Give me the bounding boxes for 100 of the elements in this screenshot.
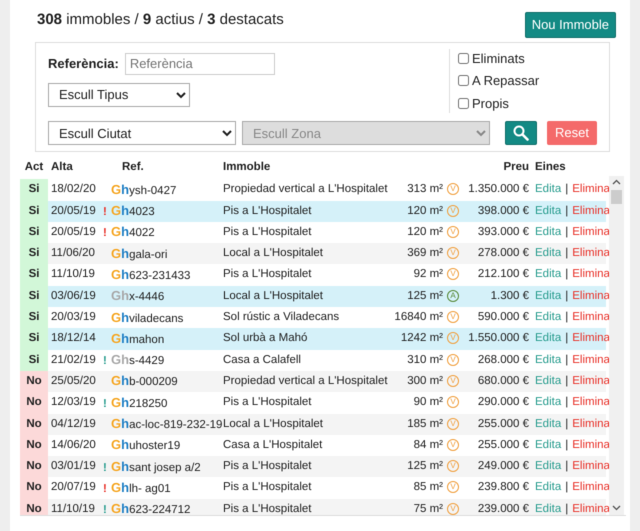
rating-badge: V — [447, 481, 460, 494]
delete-link[interactable]: Elimina — [572, 311, 610, 324]
delete-link[interactable]: Elimina — [572, 183, 610, 196]
reference-field[interactable]: Referència — [124, 52, 275, 74]
price-text: 1.550.000 € — [468, 332, 530, 344]
status-cell: No — [20, 498, 48, 515]
new-property-button[interactable]: Nou Immoble — [524, 12, 616, 38]
logo-mark: Gh — [111, 373, 130, 388]
property-text: Local a L'Hospitalet — [223, 418, 324, 430]
edit-link[interactable]: Edita — [535, 354, 562, 366]
edit-link[interactable]: Edita — [535, 183, 562, 196]
property-text: Pis a L'Hospitalet — [223, 204, 312, 217]
property-text: Casa a Calafell — [223, 354, 301, 366]
scroll-up-icon[interactable] — [612, 179, 621, 185]
city-select[interactable]: Escull Ciutat — [48, 121, 236, 145]
rating-badge: V — [447, 502, 460, 515]
edit-link[interactable]: Edita — [535, 396, 562, 408]
status-cell: No — [20, 414, 48, 435]
checkbox-label: A Repassar — [472, 72, 540, 90]
area-text: 185 m² — [407, 418, 444, 430]
checkbox-label: Eliminats — [472, 50, 525, 68]
delete-link[interactable]: Elimina — [572, 290, 610, 302]
delete-link[interactable]: Elimina — [572, 268, 610, 280]
checkbox[interactable] — [458, 98, 469, 109]
checkbox[interactable] — [458, 52, 469, 64]
delete-link[interactable]: Elimina — [572, 438, 610, 451]
date-text: 20/05/19 — [51, 204, 96, 217]
search-button[interactable] — [505, 121, 538, 145]
scroll-down-icon[interactable] — [612, 505, 621, 511]
status-cell: Si — [20, 264, 48, 286]
rating-badge: V — [447, 247, 460, 260]
edit-link[interactable]: Edita — [535, 460, 562, 472]
delete-link[interactable]: Elimina — [572, 502, 610, 515]
status-cell: Si — [20, 286, 48, 308]
logo-mark: Gh — [111, 182, 130, 197]
checkbox[interactable] — [458, 75, 469, 86]
alert-mark: ! — [103, 355, 107, 368]
price-text: 268.000 € — [478, 354, 530, 366]
edit-link[interactable]: Edita — [535, 438, 562, 451]
property-text: Propiedad vertical a L'Hospitalet — [223, 183, 388, 196]
scroll-thumb[interactable] — [611, 190, 622, 204]
separator-text: | — [565, 332, 568, 344]
delete-link[interactable]: Elimina — [572, 204, 610, 217]
area-text: 300 m² — [407, 374, 444, 387]
edit-link[interactable]: Edita — [535, 226, 562, 238]
logo-mark: Gh — [111, 437, 130, 452]
logo-mark: Gh — [111, 224, 130, 240]
delete-link[interactable]: Elimina — [572, 481, 610, 494]
rating-badge: V — [447, 354, 460, 366]
delete-link[interactable]: Elimina — [572, 332, 610, 344]
area-text: 1242 m² — [400, 332, 444, 344]
edit-link[interactable]: Edita — [535, 311, 562, 324]
status-cell: No — [20, 434, 48, 456]
alert-mark: ! — [103, 504, 107, 515]
edit-link[interactable]: Edita — [535, 481, 562, 494]
property-text: Pis a L'Hospitalet — [223, 481, 312, 494]
reference-text: ysh-0427 — [129, 184, 176, 197]
separator-text: | — [565, 396, 568, 408]
type-select[interactable]: Escull Tipus — [48, 82, 190, 106]
separator-text: | — [565, 374, 568, 387]
delete-link[interactable]: Elimina — [572, 226, 610, 238]
status-cell: Si — [20, 307, 48, 328]
delete-link[interactable]: Elimina — [572, 247, 610, 260]
edit-link[interactable]: Edita — [535, 502, 562, 515]
delete-link[interactable]: Elimina — [572, 354, 610, 366]
summary-text: 308 immobles / 9 actius / 3 destacats — [37, 10, 284, 30]
logo-mark: Gh — [111, 416, 130, 432]
reference-text: gala-ori — [129, 248, 168, 261]
area-text: 310 m² — [407, 354, 444, 366]
scrollbar[interactable] — [609, 176, 624, 515]
edit-link[interactable]: Edita — [535, 290, 562, 302]
status-cell: Si — [20, 179, 48, 201]
edit-link[interactable]: Edita — [535, 332, 562, 344]
property-text: Pis a L'Hospitalet — [223, 268, 312, 280]
reset-button[interactable]: Reset — [547, 121, 597, 145]
rating-badge: V — [447, 311, 460, 324]
property-text: Local a L'Hospitalet — [223, 290, 324, 302]
separator-text: | — [565, 354, 568, 366]
delete-link[interactable]: Elimina — [572, 460, 610, 472]
area-text: 125 m² — [407, 290, 444, 302]
reference-text: 623-224712 — [129, 504, 190, 515]
reference-text: x-4446 — [129, 291, 164, 304]
edit-link[interactable]: Edita — [535, 418, 562, 430]
edit-link[interactable]: Edita — [535, 247, 562, 260]
reference-text: 4023 — [129, 206, 155, 218]
price-text: 398.000 € — [478, 204, 530, 217]
delete-link[interactable]: Elimina — [572, 418, 610, 430]
logo-mark: Gh — [111, 330, 130, 346]
area-text: 90 m² — [414, 396, 444, 408]
delete-link[interactable]: Elimina — [572, 396, 610, 408]
area-text: 125 m² — [407, 460, 444, 472]
logo-mark: Gh — [111, 310, 130, 325]
price-text: 239.000 € — [478, 502, 530, 515]
delete-link[interactable]: Elimina — [572, 374, 610, 387]
edit-link[interactable]: Edita — [535, 374, 562, 387]
date-text: 03/06/19 — [51, 290, 96, 302]
edit-link[interactable]: Edita — [535, 268, 562, 280]
date-text: 11/06/20 — [51, 247, 95, 260]
reference-label: Referència: — [48, 54, 119, 73]
edit-link[interactable]: Edita — [535, 204, 562, 217]
